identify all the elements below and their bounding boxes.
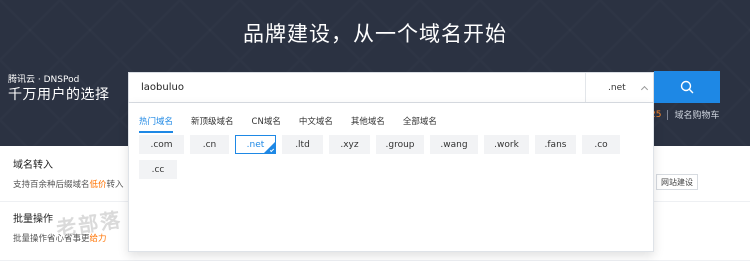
domain-transfer-desc: 支持百余种后缀域名低价转入 (13, 178, 124, 190)
suffix-chip[interactable]: .xyz (329, 135, 370, 154)
suffix-chip[interactable]: .ltd (282, 135, 323, 154)
suffix-selected-value: .net (608, 82, 626, 93)
desc-text: 支持百余种后缀域名 (13, 180, 90, 190)
tab-other-domains[interactable]: 其他域名 (351, 113, 385, 133)
domain-search-input[interactable] (129, 73, 585, 102)
suffix-chip[interactable]: .cc (139, 160, 177, 179)
batch-operation-title: 批量操作 (13, 214, 53, 225)
search-button[interactable] (654, 71, 720, 103)
divider (667, 109, 669, 120)
suffix-chip[interactable]: .wang (430, 135, 478, 154)
suffix-select[interactable]: .net (585, 73, 655, 102)
suffix-chip[interactable]: .fans (535, 135, 576, 154)
domain-transfer-title: 域名转入 (13, 160, 53, 171)
suffix-chip[interactable]: .work (484, 135, 529, 154)
search-icon (680, 80, 694, 94)
chevron-up-icon (640, 85, 649, 93)
tab-new-tld[interactable]: 新顶级域名 (191, 113, 234, 133)
suffix-chip-label: .net (246, 139, 265, 150)
tab-hot-domains[interactable]: 热门域名 (139, 113, 174, 133)
suffix-chip[interactable]: .cn (190, 135, 229, 154)
hero-right-links: 25 域名购物车 (650, 108, 719, 121)
website-build-button[interactable]: 网站建设 (656, 174, 698, 190)
suffix-category-tabs: 热门域名 新顶级域名 CN域名 中文域名 其他域名 全部域名 (139, 113, 455, 133)
desc-text: 转入 (106, 180, 124, 190)
hero-slogan: 千万用户的选择 (8, 87, 110, 103)
selected-corner-icon (264, 142, 275, 153)
tab-cn-domains[interactable]: CN域名 (252, 113, 281, 133)
suffix-chip[interactable]: .co (582, 135, 620, 154)
tab-chinese-domains[interactable]: 中文域名 (299, 113, 333, 133)
suffix-dropdown-panel: 热门域名 新顶级域名 CN域名 中文域名 其他域名 全部域名 .com .cn … (128, 103, 654, 252)
suffix-chip[interactable]: .com (139, 135, 184, 154)
hero-title: 品牌建设，从一个域名开始 (243, 22, 507, 46)
domain-search-bar: .net (128, 72, 654, 103)
suffix-chip-selected[interactable]: .net (235, 135, 276, 154)
suffix-chip[interactable]: .group (376, 135, 424, 154)
domain-cart-link[interactable]: 域名购物车 (674, 108, 719, 121)
suffix-chip-list: .com .cn .net .ltd .xyz .group .wang .wo… (139, 135, 639, 179)
tab-all-domains[interactable]: 全部域名 (403, 113, 437, 133)
desc-highlight: 低价 (89, 180, 107, 190)
